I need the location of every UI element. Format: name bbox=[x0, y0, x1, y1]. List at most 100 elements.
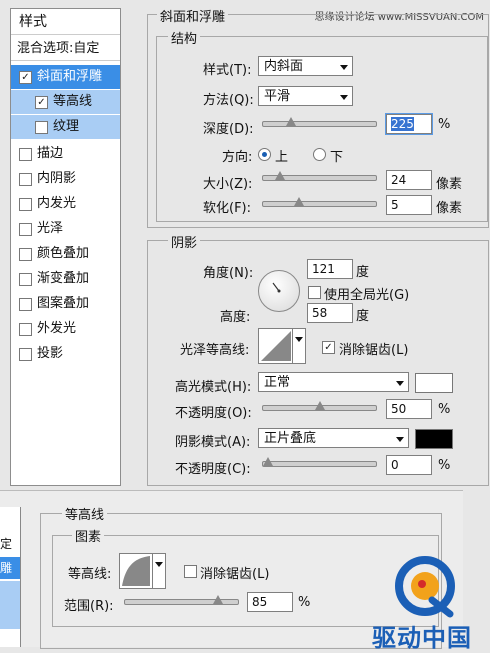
contour-curve-icon bbox=[261, 331, 291, 361]
altitude-value: 58 bbox=[312, 306, 328, 320]
range-slider[interactable] bbox=[124, 595, 239, 605]
global-light-checkbox[interactable] bbox=[308, 286, 321, 299]
shadow-color-swatch[interactable] bbox=[415, 429, 453, 449]
shadow-opacity-label: 不透明度(C): bbox=[175, 462, 251, 477]
size-value: 24 bbox=[391, 173, 407, 187]
style-select-value: 内斜面 bbox=[264, 59, 304, 74]
technique-select-value: 平滑 bbox=[264, 89, 291, 104]
style-item-inner-shadow[interactable]: 内阴影 bbox=[11, 167, 120, 191]
range-label: 范围(R): bbox=[64, 599, 114, 614]
shadow-mode-value: 正片叠底 bbox=[264, 431, 317, 446]
style-item-label: 颜色叠加 bbox=[37, 246, 90, 261]
style-item-stroke[interactable]: 描边 bbox=[11, 142, 120, 166]
style-item-label: 纹理 bbox=[53, 119, 80, 134]
shadow-opacity-input[interactable]: 0 bbox=[386, 455, 432, 475]
inner-shadow-checkbox[interactable] bbox=[19, 173, 32, 186]
contour-dropdown[interactable] bbox=[152, 553, 166, 589]
angle-unit: 度 bbox=[356, 265, 370, 280]
inner-glow-checkbox[interactable] bbox=[19, 198, 32, 211]
range-unit: % bbox=[298, 595, 311, 610]
size-slider[interactable] bbox=[262, 171, 377, 181]
altitude-input[interactable]: 58 bbox=[307, 303, 353, 323]
highlight-opacity-input[interactable]: 50 bbox=[386, 399, 432, 419]
gloss-contour-preview[interactable] bbox=[258, 328, 294, 364]
style-item-contour[interactable]: ✓ 等高线 bbox=[11, 90, 120, 114]
style-select[interactable]: 内斜面 bbox=[258, 56, 353, 76]
slider-thumb[interactable] bbox=[314, 401, 325, 411]
highlight-opacity-value: 50 bbox=[391, 402, 407, 416]
size-input[interactable]: 24 bbox=[386, 170, 432, 190]
altitude-label: 高度: bbox=[220, 310, 251, 325]
shadow-mode-label: 阴影模式(A): bbox=[175, 435, 251, 450]
style-item-satin[interactable]: 光泽 bbox=[11, 217, 120, 241]
slider-thumb[interactable] bbox=[263, 457, 273, 467]
style-item-pattern-overlay[interactable]: 图案叠加 bbox=[11, 292, 120, 316]
contour-panel-title: 等高线 bbox=[62, 504, 108, 523]
soften-value: 5 bbox=[391, 198, 399, 212]
highlight-opacity-label: 不透明度(O): bbox=[175, 406, 252, 421]
depth-input[interactable]: 225 bbox=[385, 113, 433, 135]
gloss-antialiased-label: 消除锯齿(L) bbox=[339, 343, 409, 358]
size-unit: 像素 bbox=[436, 177, 463, 192]
chevron-down-icon bbox=[396, 437, 404, 442]
contour-label: 等高线: bbox=[68, 567, 112, 582]
direction-down-radio[interactable] bbox=[313, 148, 326, 161]
contour-checkbox[interactable]: ✓ bbox=[35, 96, 48, 109]
contour-preview[interactable] bbox=[119, 553, 153, 589]
blend-options-item[interactable]: 混合选项:自定 bbox=[11, 37, 120, 61]
slider-thumb[interactable] bbox=[293, 197, 304, 207]
gloss-antialiased-checkbox[interactable]: ✓ bbox=[322, 341, 335, 354]
technique-select[interactable]: 平滑 bbox=[258, 86, 353, 106]
highlight-opacity-slider[interactable] bbox=[262, 401, 377, 411]
texture-checkbox[interactable] bbox=[35, 121, 48, 134]
fragment-item: 定 bbox=[0, 537, 13, 551]
global-light-label: 使用全局光(G) bbox=[324, 288, 410, 303]
style-item-label: 投影 bbox=[37, 346, 64, 361]
shadow-mode-select[interactable]: 正片叠底 bbox=[258, 428, 409, 448]
slider-thumb[interactable] bbox=[212, 595, 223, 605]
style-item-drop-shadow[interactable]: 投影 bbox=[11, 342, 120, 366]
shadow-opacity-slider[interactable] bbox=[262, 457, 377, 467]
color-overlay-checkbox[interactable] bbox=[19, 248, 32, 261]
soften-input[interactable]: 5 bbox=[386, 195, 432, 215]
highlight-mode-select[interactable]: 正常 bbox=[258, 372, 409, 392]
style-item-label: 外发光 bbox=[37, 321, 77, 336]
bevel-checkbox[interactable]: ✓ bbox=[19, 71, 32, 84]
pattern-overlay-checkbox[interactable] bbox=[19, 298, 32, 311]
style-item-bevel[interactable]: ✓ 斜面和浮雕 bbox=[11, 65, 120, 89]
blend-options-label: 混合选项:自定 bbox=[17, 41, 100, 56]
slider-thumb[interactable] bbox=[275, 171, 286, 181]
style-item-label: 描边 bbox=[37, 146, 64, 161]
angle-dial[interactable] bbox=[258, 270, 300, 312]
depth-slider[interactable] bbox=[262, 117, 377, 127]
direction-up-radio[interactable] bbox=[258, 148, 271, 161]
logo-text: 驱动中国 bbox=[372, 624, 472, 652]
technique-label: 方法(Q): bbox=[203, 93, 254, 108]
stroke-checkbox[interactable] bbox=[19, 148, 32, 161]
highlight-color-swatch[interactable] bbox=[415, 373, 453, 393]
contour-antialiased-checkbox[interactable] bbox=[184, 565, 197, 578]
gloss-contour-dropdown[interactable] bbox=[292, 328, 306, 364]
style-item-texture[interactable]: 纹理 bbox=[11, 115, 120, 139]
altitude-unit: 度 bbox=[356, 309, 370, 324]
angle-input[interactable]: 121 bbox=[307, 259, 353, 279]
outer-glow-checkbox[interactable] bbox=[19, 323, 32, 336]
slider-thumb[interactable] bbox=[285, 117, 296, 127]
soften-unit: 像素 bbox=[436, 201, 463, 216]
style-item-gradient-overlay[interactable]: 渐变叠加 bbox=[11, 267, 120, 291]
style-item-inner-glow[interactable]: 内发光 bbox=[11, 192, 120, 216]
style-item-label: 斜面和浮雕 bbox=[37, 69, 103, 84]
style-item-outer-glow[interactable]: 外发光 bbox=[11, 317, 120, 341]
depth-value: 225 bbox=[391, 117, 414, 131]
style-item-color-overlay[interactable]: 颜色叠加 bbox=[11, 242, 120, 266]
direction-label: 方向: bbox=[222, 150, 253, 165]
soften-slider[interactable] bbox=[262, 197, 377, 207]
style-item-label: 渐变叠加 bbox=[37, 271, 90, 286]
drop-shadow-checkbox[interactable] bbox=[19, 348, 32, 361]
range-input[interactable]: 85 bbox=[247, 592, 293, 612]
soften-label: 软化(F): bbox=[203, 201, 252, 216]
satin-checkbox[interactable] bbox=[19, 223, 32, 236]
depth-label: 深度(D): bbox=[203, 122, 254, 137]
gradient-overlay-checkbox[interactable] bbox=[19, 273, 32, 286]
chevron-down-icon bbox=[396, 381, 404, 386]
